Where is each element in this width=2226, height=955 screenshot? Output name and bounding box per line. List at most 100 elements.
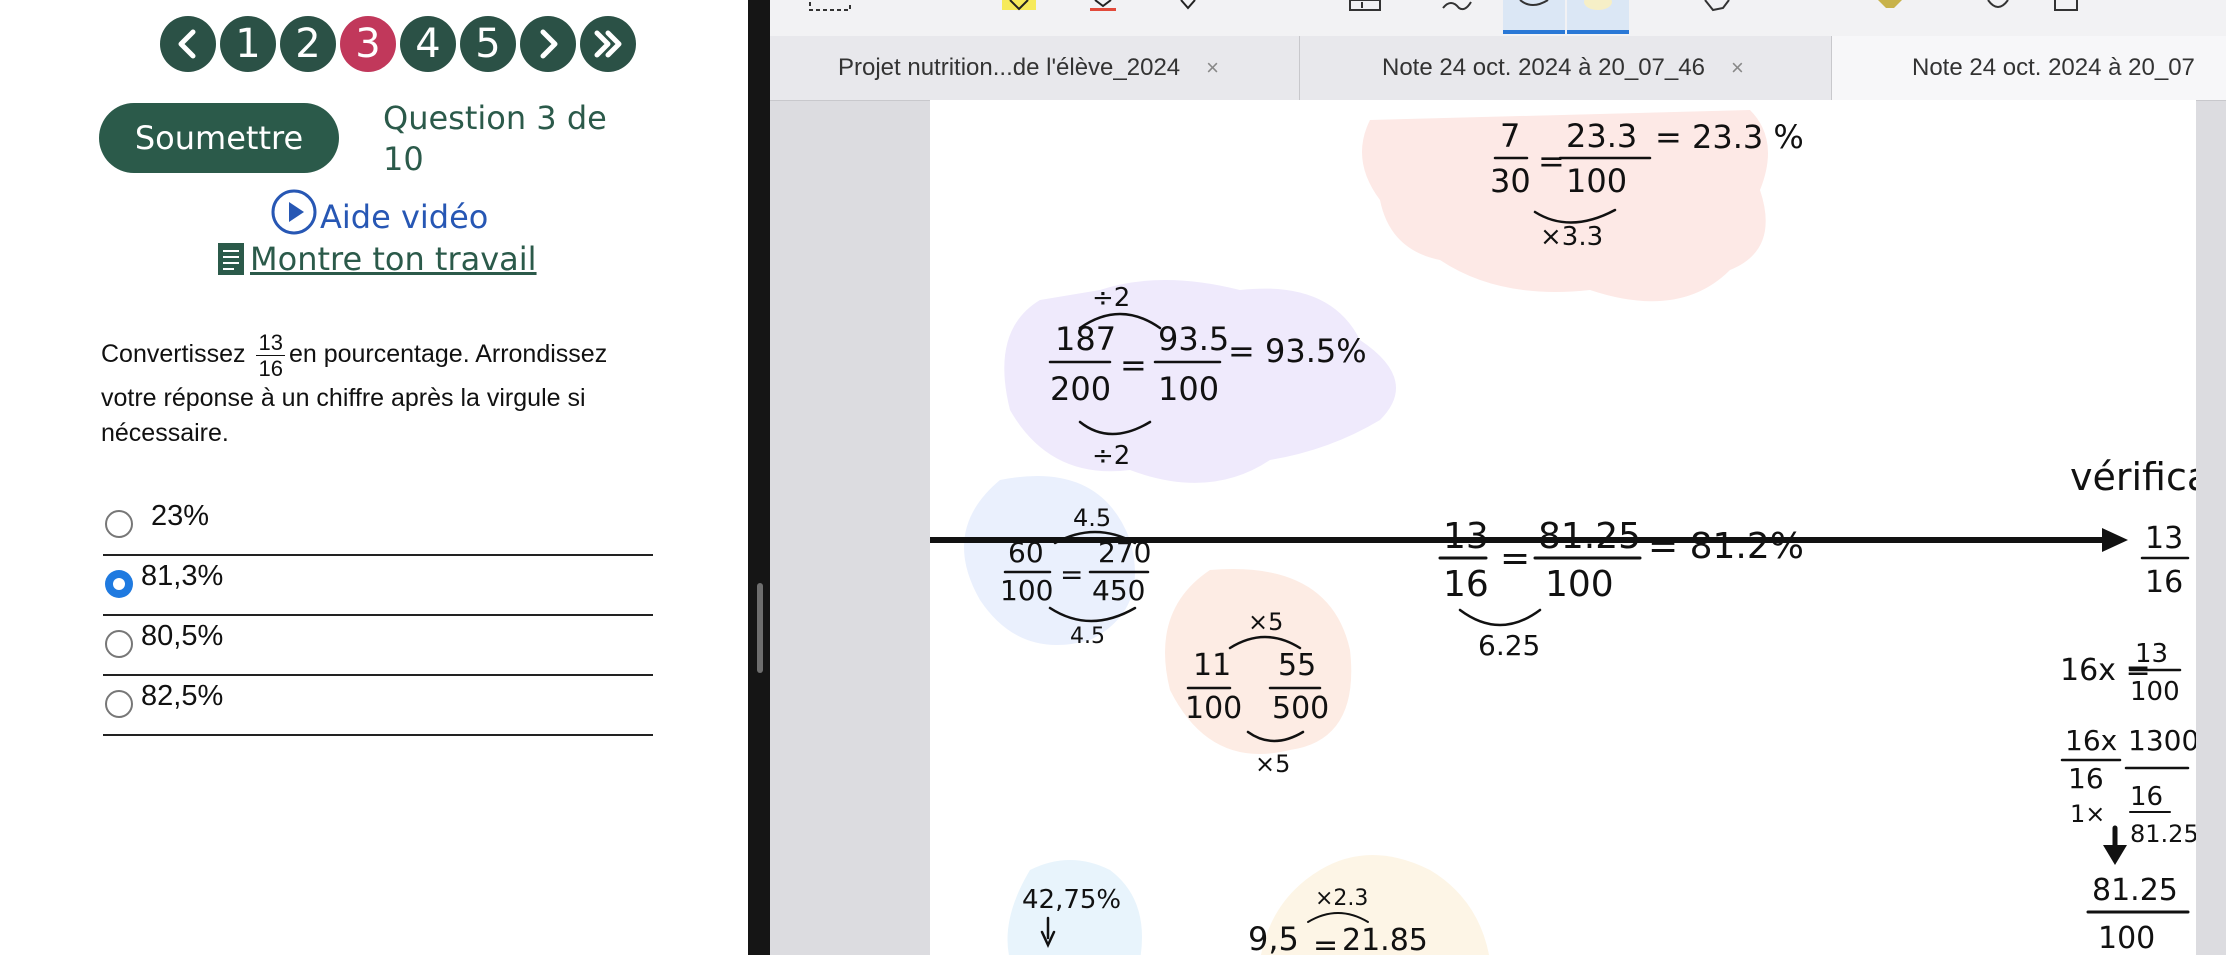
copy-icon[interactable]: [2054, 0, 2078, 11]
eraser-tool-active[interactable]: [1503, 0, 1565, 34]
answer-label: 23%: [151, 500, 210, 532]
toolbar-icons: [809, 0, 2078, 34]
question-text-line1: en pourcentage. Arrondissez: [288, 340, 608, 369]
split-view-divider: [748, 0, 770, 955]
hw-text: 16: [2145, 565, 2183, 600]
hw-text: 100: [1545, 564, 1614, 605]
handwritten-notes: 7 30 = 23.3 100 = 23.3 % ×3.3 ÷2 187 200…: [930, 110, 2196, 955]
hw-text: ÷2: [1092, 441, 1130, 471]
text-color-icon[interactable]: [1090, 0, 1116, 11]
hw-text: 81.25: [2092, 873, 2178, 908]
radio-button[interactable]: [105, 690, 133, 718]
radio-button[interactable]: [105, 630, 133, 658]
hw-text: 450: [1092, 574, 1145, 607]
answer-option-4[interactable]: 82,5%: [103, 676, 653, 736]
svg-text:=: =: [1313, 928, 1338, 955]
answer-label: 82,5%: [141, 680, 224, 712]
answer-choices: 23% 81,3% 80,5% 82,5%: [103, 496, 653, 736]
last-question-button[interactable]: [580, 16, 636, 72]
question-fraction: 13 16: [256, 330, 285, 381]
question-text-line2: votre réponse à un chiffre après la virg…: [101, 384, 586, 412]
lasso-icon[interactable]: [809, 2, 851, 11]
hw-text: 1300: [2128, 724, 2196, 757]
hw-text: 81.25: [2130, 820, 2196, 848]
chevron-right-icon: [540, 29, 558, 59]
radio-button-selected[interactable]: [105, 570, 133, 598]
page-button-4[interactable]: 4: [400, 16, 456, 72]
hw-text: 30: [1490, 162, 1531, 200]
text-box-icon[interactable]: [1349, 0, 1381, 11]
prev-question-button[interactable]: [160, 16, 216, 72]
ruler-icon[interactable]: [1987, 0, 2009, 8]
hw-text: = 93.5%: [1228, 332, 1367, 370]
close-tab-icon[interactable]: ×: [1731, 55, 1744, 81]
page-button-1[interactable]: 1: [220, 16, 276, 72]
question-text-line3: nécessaire.: [101, 419, 229, 447]
show-work-link[interactable]: Montre ton travail: [216, 240, 537, 278]
hw-text: 16: [2130, 782, 2163, 812]
radio-button[interactable]: [105, 510, 133, 538]
answer-option-3[interactable]: 80,5%: [103, 616, 653, 676]
hw-text: 4.5: [1073, 504, 1111, 532]
question-pagination: 1 2 3 4 5: [160, 16, 636, 72]
tab-projet-nutrition[interactable]: Projet nutrition...de l'élève_2024 ×: [838, 36, 1219, 100]
hw-text: 200: [1050, 370, 1111, 408]
hw-text: 16x: [2065, 724, 2117, 757]
answer-label: 81,3%: [141, 560, 224, 592]
sticky-note-icon[interactable]: [1878, 0, 1902, 8]
shape-tool-icon[interactable]: [1704, 0, 1730, 12]
document-icon: [218, 243, 244, 275]
hw-text: 500: [1272, 691, 1329, 726]
next-question-button[interactable]: [520, 16, 576, 72]
tab-label: Note 24 oct. 2024 à 20_07_46: [1382, 54, 1705, 81]
page-button-2[interactable]: 2: [280, 16, 336, 72]
split-view-handle[interactable]: [757, 583, 763, 673]
question-text: Convertissez 13 16 en pourcentage. Arron…: [101, 330, 661, 451]
hw-text: ×5: [1248, 608, 1283, 636]
tab-label: Note 24 oct. 2024 à 20_07: [1912, 54, 2195, 81]
hw-text: 100: [1185, 691, 1242, 726]
hw-text: 13: [1443, 516, 1489, 557]
hw-text: 93.5: [1158, 320, 1229, 358]
submit-button[interactable]: Soumettre: [99, 103, 339, 173]
notes-app: Projet nutrition...de l'élève_2024 × Not…: [770, 0, 2226, 955]
play-circle-icon: [271, 189, 317, 235]
hw-text: ×2.3: [1315, 886, 1368, 911]
hw-text: 81.25: [1538, 516, 1641, 557]
svg-text:=: =: [1060, 558, 1083, 591]
tab-note-20-07-46[interactable]: Note 24 oct. 2024 à 20_07_46 ×: [1382, 36, 1744, 100]
note-canvas-page[interactable]: 7 30 = 23.3 100 = 23.3 % ×3.3 ÷2 187 200…: [930, 100, 2196, 955]
pen-icon[interactable]: [1180, 0, 1196, 10]
hw-text: 6.25: [1478, 629, 1540, 662]
hw-text: 16: [2068, 762, 2104, 795]
tab-separator: [1299, 36, 1300, 100]
color-picker[interactable]: [1567, 0, 1629, 34]
hw-text: 7: [1500, 117, 1520, 155]
tab-note-20-07-active[interactable]: Note 24 oct. 2024 à 20_07: [1832, 36, 2226, 100]
answer-label: 80,5%: [141, 620, 224, 652]
tab-label: Projet nutrition...de l'élève_2024: [838, 54, 1181, 81]
hw-text: 13: [2135, 639, 2168, 669]
page-button-5[interactable]: 5: [460, 16, 516, 72]
highlighter-icon[interactable]: [1002, 0, 1036, 11]
hw-text: 100: [1000, 574, 1053, 607]
drawing-toolbar: [770, 0, 2226, 36]
quiz-panel: 1 2 3 4 5 Soumettre Question 3 de 10 Aid…: [0, 0, 748, 955]
page-button-3-active[interactable]: 3: [340, 16, 396, 72]
hw-text: 21.85: [1342, 923, 1428, 955]
hw-text: 100: [1566, 162, 1627, 200]
svg-text:=: =: [1120, 346, 1147, 384]
answer-option-1[interactable]: 23%: [103, 496, 653, 556]
tab-separator: [1831, 36, 1832, 100]
hw-text: = 23.3 %: [1655, 118, 1804, 156]
hw-text: 42,75%: [1022, 885, 1121, 915]
hw-text: 13: [2145, 521, 2183, 556]
svg-text:=: =: [1538, 142, 1565, 180]
video-help-link[interactable]: Aide vidéo: [270, 188, 488, 236]
hw-text: ×3.3: [1540, 222, 1603, 252]
chevron-left-icon: [178, 29, 196, 59]
hw-text: 1×: [2070, 800, 2105, 828]
close-tab-icon[interactable]: ×: [1206, 55, 1219, 81]
answer-option-2-selected[interactable]: 81,3%: [103, 556, 653, 616]
signature-icon[interactable]: [1442, 1, 1472, 11]
